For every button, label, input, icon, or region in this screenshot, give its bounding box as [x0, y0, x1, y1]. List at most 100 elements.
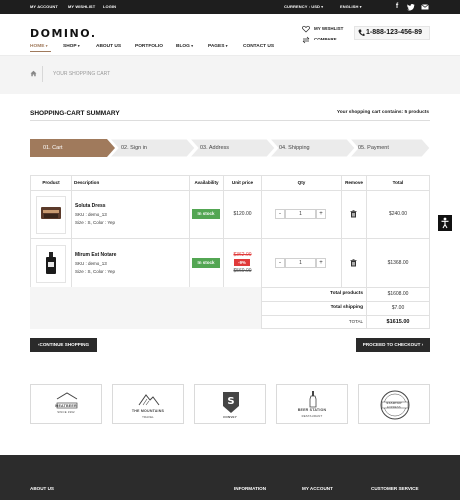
my-account-link[interactable]: MY ACCOUNT — [30, 4, 58, 9]
header-wishlist-link[interactable]: MY WISHLIST — [314, 26, 343, 31]
grand-total-label: TOTAL — [348, 319, 363, 324]
qty-decrement-button[interactable]: - — [275, 258, 285, 268]
stock-badge: In stock — [192, 209, 220, 219]
heart-icon[interactable] — [302, 25, 310, 33]
my-wishlist-link[interactable]: MY WISHLIST — [68, 4, 95, 9]
nav-portfolio[interactable]: PORTFOLIO — [135, 44, 163, 49]
checkout-step-labels: 01. Cart 02. Sign in 03. Address 04. Shi… — [30, 139, 430, 157]
startup-badge-icon — [380, 390, 410, 420]
brand-logo-convey[interactable]: S CONVEY — [194, 384, 266, 424]
col-description: Description — [74, 180, 100, 185]
dress-icon — [41, 207, 61, 219]
qty-increment-button[interactable]: + — [316, 209, 326, 219]
product-name[interactable]: Mirum Est Notare — [75, 252, 116, 258]
header-compare-link[interactable]: COMPARE — [314, 37, 337, 40]
step-payment[interactable]: 05. Payment — [358, 145, 389, 151]
compare-icon[interactable] — [302, 36, 310, 44]
stock-badge: In stock — [192, 258, 220, 268]
chevron-down-icon: ▾ — [191, 44, 193, 48]
accessibility-icon — [441, 217, 449, 229]
total-products-label: Total products — [330, 291, 363, 296]
language-selector[interactable]: ENGLISH ▾ — [340, 4, 362, 9]
breadcrumb-current: YOUR SHOPPING CART — [53, 71, 111, 77]
brand-logo-startup[interactable]: STARTUP EXPRESS — [358, 384, 430, 424]
twitter-icon[interactable] — [407, 3, 415, 11]
top-bar: MY ACCOUNT MY WISHLIST LOGIN CURRENCY : … — [0, 0, 460, 14]
page-title: SHOPPING-CART SUMMARY — [30, 110, 120, 117]
nav-contact-us[interactable]: CONTACT US — [243, 44, 274, 49]
nav-pages[interactable]: PAGES ▾ — [208, 44, 228, 49]
bottle-icon — [46, 252, 56, 274]
accessibility-button[interactable] — [438, 215, 452, 231]
brand-name: THE MOUNTAINS — [131, 409, 165, 413]
discount-badge: -9% — [234, 259, 250, 266]
nav-shop-label: SHOP — [63, 44, 77, 49]
trash-icon[interactable] — [350, 210, 357, 218]
footer-my-account-heading: MY ACCOUNT — [302, 486, 333, 491]
product-sku: SKU : demo_13 — [75, 261, 107, 266]
site-logo[interactable]: DOMINO. — [30, 27, 97, 40]
chevron-down-icon: ▾ — [45, 44, 48, 48]
brand-sub: RESTAURANT — [301, 414, 323, 418]
chevron-down-icon: ▾ — [359, 5, 362, 9]
total-products-value: $1608.00 — [387, 291, 409, 297]
product-attributes: Size : S, Color : Yep — [75, 269, 116, 274]
brand-name: STARTUP — [386, 401, 402, 405]
facebook-icon[interactable]: f — [393, 3, 401, 11]
nav-shop[interactable]: SHOP ▾ — [63, 44, 80, 49]
product-name[interactable]: Soluta Dress — [75, 203, 106, 209]
brand-sub: EXPRESS — [387, 406, 401, 409]
home-icon[interactable] — [30, 70, 37, 77]
currency-selector[interactable]: CURRENCY : USD ▾ — [284, 4, 323, 9]
nav-home[interactable]: HOME ▾ — [30, 44, 48, 49]
brand-sub: TRAVEL — [142, 415, 154, 419]
nav-blog[interactable]: BLOG ▾ — [176, 44, 193, 49]
continue-shopping-button[interactable]: ‹CONTINUE SHOPPING — [30, 338, 97, 352]
continue-shopping-label: CONTINUE SHOPPING — [39, 342, 90, 347]
brand-logo-mountains[interactable]: THE MOUNTAINS TRAVEL — [112, 384, 184, 424]
nav-home-label: HOME — [30, 44, 45, 49]
step-shipping[interactable]: 04. Shipping — [279, 145, 310, 151]
chevron-down-icon: ▾ — [77, 44, 80, 48]
chevron-down-icon: ▾ — [321, 5, 324, 9]
shield-icon: S — [223, 392, 239, 413]
step-sign-in[interactable]: 02. Sign in — [121, 145, 147, 151]
chevron-down-icon: ▾ — [225, 44, 228, 48]
email-icon[interactable] — [421, 3, 429, 11]
brand-sub: SINCE 1992 — [57, 410, 75, 414]
total-shipping-value: $7.00 — [391, 305, 405, 311]
beer-bottle-icon — [309, 391, 317, 408]
login-link[interactable]: LOGIN — [103, 4, 116, 9]
product-sku: SKU : demo_13 — [75, 212, 107, 217]
svg-text:S: S — [227, 396, 234, 407]
phone-icon — [358, 29, 365, 37]
qty-decrement-button[interactable]: - — [275, 209, 285, 219]
qty-increment-button[interactable]: + — [316, 258, 326, 268]
proceed-to-checkout-button[interactable]: PROCEED TO CHECKOUT › — [356, 338, 430, 352]
proceed-to-checkout-label: PROCEED TO CHECKOUT — [362, 342, 421, 347]
qty-input[interactable]: 1 — [285, 258, 316, 268]
step-address[interactable]: 03. Address — [200, 145, 229, 151]
row-total: $1368.00 — [387, 260, 409, 266]
footer-about-us-heading: ABOUT US — [30, 486, 54, 491]
nav-about-us[interactable]: ABOUT US — [96, 44, 121, 49]
product-image[interactable] — [36, 245, 66, 283]
product-attributes: Size : S, Color : Yep — [75, 220, 116, 225]
old-price: $362.00 — [233, 252, 252, 258]
qty-input[interactable]: 1 — [285, 209, 316, 219]
cart-count: Your shopping cart contains: 5 products — [336, 110, 429, 115]
unit-price: $560.00 — [233, 268, 252, 274]
breadcrumb-separator — [42, 66, 43, 82]
product-image[interactable] — [36, 196, 66, 234]
step-cart[interactable]: 01. Cart — [43, 145, 63, 151]
trash-icon[interactable] — [350, 259, 357, 267]
summary-divider — [30, 120, 430, 121]
brand-logo-meatbeer[interactable]: MEATBEER SINCE 1992 — [30, 384, 102, 424]
brand-logo-beer-station[interactable]: BEER STATION RESTAURANT — [276, 384, 348, 424]
grand-total-value: $1615.00 — [386, 319, 410, 325]
brand-name: BEER STATION — [297, 408, 327, 412]
nav-active-underline — [30, 51, 51, 52]
language-label: ENGLISH — [340, 4, 359, 9]
site-footer — [0, 455, 460, 500]
mountains-icon — [138, 394, 160, 406]
